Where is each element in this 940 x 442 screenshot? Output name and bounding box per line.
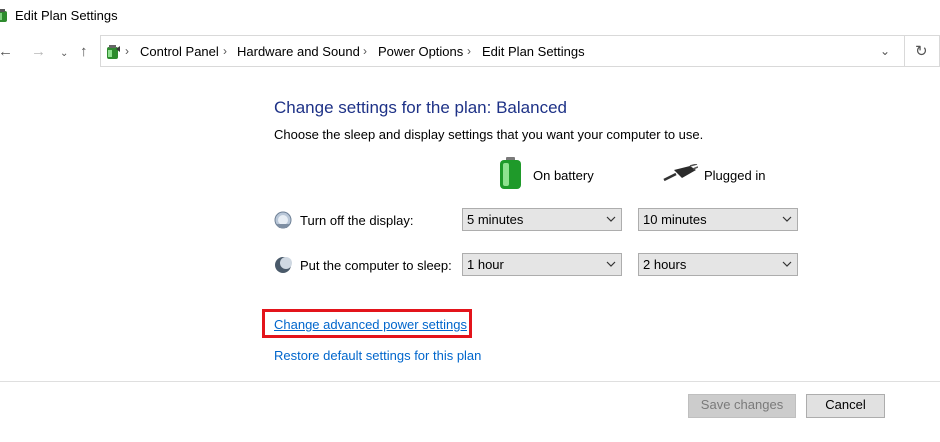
control-panel-icon bbox=[107, 45, 120, 59]
power-plug-icon bbox=[663, 164, 698, 182]
refresh-button[interactable]: ↻ bbox=[905, 35, 940, 67]
display-icon bbox=[274, 211, 292, 229]
title-bar: Edit Plan Settings bbox=[0, 0, 940, 32]
plugged-in-label: Plugged in bbox=[704, 168, 766, 183]
battery-icon bbox=[500, 157, 521, 189]
column-header-on-battery: On battery bbox=[498, 157, 618, 190]
on-battery-label: On battery bbox=[533, 168, 594, 183]
refresh-icon: ↻ bbox=[915, 43, 928, 60]
breadcrumb-edit-plan-settings[interactable]: Edit Plan Settings bbox=[482, 44, 585, 59]
restore-default-settings-link[interactable]: Restore default settings for this plan bbox=[274, 348, 481, 363]
address-bar[interactable]: › Control Panel › Hardware and Sound › P… bbox=[100, 35, 905, 67]
put-computer-to-sleep-label: Put the computer to sleep: bbox=[300, 258, 452, 273]
breadcrumb-separator[interactable]: › bbox=[223, 44, 227, 58]
power-plan-icon bbox=[0, 9, 7, 22]
footer-divider bbox=[0, 381, 940, 382]
sleep-icon bbox=[275, 257, 292, 273]
back-arrow-icon[interactable]: ← bbox=[0, 42, 13, 62]
breadcrumb-separator: › bbox=[125, 44, 129, 58]
chevron-down-icon bbox=[782, 261, 792, 267]
breadcrumb-separator[interactable]: › bbox=[363, 44, 367, 58]
column-header-plugged-in: Plugged in bbox=[662, 160, 782, 190]
breadcrumb-power-options[interactable]: Power Options bbox=[378, 44, 463, 59]
sleep-battery-select[interactable]: 1 hour bbox=[462, 253, 622, 276]
forward-arrow-icon[interactable]: → bbox=[31, 42, 46, 62]
page-title: Change settings for the plan: Balanced bbox=[274, 98, 567, 117]
display-plugged-select[interactable]: 10 minutes bbox=[638, 208, 798, 231]
up-arrow-icon[interactable]: ↑ bbox=[80, 42, 88, 62]
chevron-down-icon bbox=[606, 261, 616, 267]
save-changes-button[interactable]: Save changes bbox=[688, 394, 796, 418]
change-advanced-power-settings-link[interactable]: Change advanced power settings bbox=[274, 317, 467, 332]
turn-off-display-label: Turn off the display: bbox=[300, 213, 414, 228]
breadcrumb-control-panel[interactable]: Control Panel bbox=[140, 44, 219, 59]
chevron-down-icon bbox=[606, 216, 616, 222]
display-battery-select[interactable]: 5 minutes bbox=[462, 208, 622, 231]
chevron-down-icon bbox=[782, 216, 792, 222]
page-description: Choose the sleep and display settings th… bbox=[274, 127, 704, 142]
address-dropdown-chevron-icon[interactable]: ⌄ bbox=[880, 44, 890, 58]
breadcrumb-separator[interactable]: › bbox=[467, 44, 471, 58]
sleep-plugged-select[interactable]: 2 hours bbox=[638, 253, 798, 276]
cancel-button[interactable]: Cancel bbox=[806, 394, 885, 418]
breadcrumb-hardware-and-sound[interactable]: Hardware and Sound bbox=[237, 44, 360, 59]
recent-locations-chevron-icon[interactable]: ⌄ bbox=[60, 44, 68, 64]
window-title: Edit Plan Settings bbox=[15, 8, 118, 23]
